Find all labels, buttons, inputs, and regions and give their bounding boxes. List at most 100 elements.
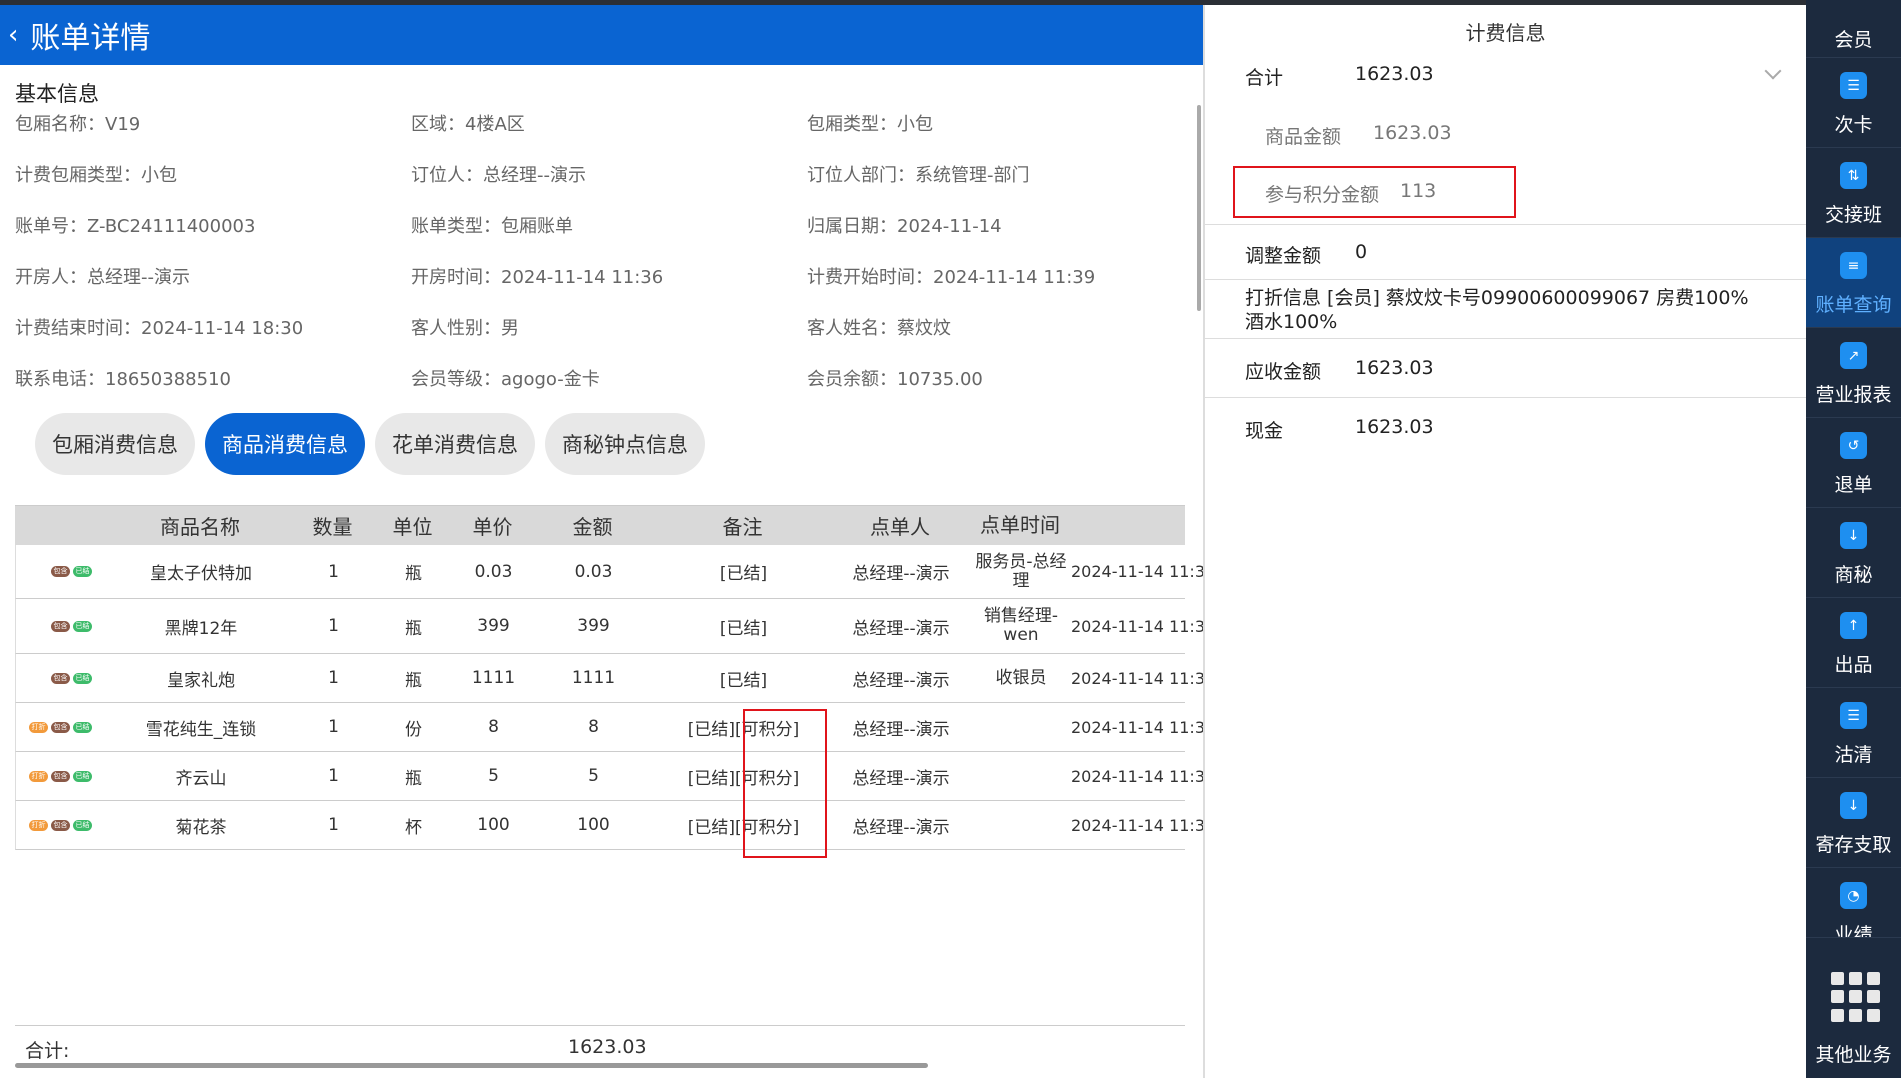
vertical-scrollbar[interactable]: [1197, 105, 1201, 311]
sidebar-item-secretary[interactable]: ↓ 商秘: [1806, 508, 1901, 598]
cell-amount: 100: [577, 815, 610, 835]
chevron-down-icon[interactable]: [1764, 62, 1782, 80]
cell-amount: 399: [577, 616, 610, 636]
horizontal-scrollbar[interactable]: [15, 1063, 928, 1068]
sidebar-item-output[interactable]: ↑ 出品: [1806, 598, 1901, 688]
cell-qty: 1: [328, 616, 339, 636]
total-value: 1623.03: [1355, 63, 1434, 85]
info-field: 客人性别：男: [411, 318, 519, 339]
info-field: 包厢类型：小包: [807, 114, 933, 135]
total-label: 合计: [1245, 67, 1284, 89]
sidebar-item-refund[interactable]: ↺ 退单: [1806, 418, 1901, 508]
cell-unit: 份: [405, 719, 422, 740]
adjust-amount-value: 0: [1355, 241, 1368, 263]
badge-included: 包含: [51, 566, 70, 577]
row-badges: 打折 包含 已结: [16, 721, 106, 733]
cell-qty: 1: [328, 561, 339, 582]
info-row: 计费包厢类型：小包 订位人：总经理--演示 订位人部门：系统管理-部门: [15, 161, 1195, 212]
header-qty: 数量: [312, 515, 353, 539]
goods-amount-label: 商品金额: [1265, 126, 1342, 148]
info-field: 联系电话：18650388510: [15, 369, 231, 390]
tab-room-consumption[interactable]: 包厢消费信息: [35, 413, 195, 475]
table-row[interactable]: 包含 已结 皇太子伏特加 1 瓶 0.03 0.03 [已结] 总经理--演示 …: [15, 545, 1215, 599]
list-icon: ☰: [1840, 702, 1867, 729]
goods-table: 商品名称 数量 单位 单价 金额 备注 点单人 点单时间 包含 已结 皇太子伏特…: [15, 505, 1216, 850]
cell-time: 2024-11-14 11:36: [1071, 717, 1216, 737]
table-row[interactable]: 包含 已结 黑牌12年 1 瓶 399 399 [已结] 总经理--演示 销售经…: [15, 599, 1216, 654]
cell-unit: 瓶: [405, 768, 422, 789]
cell-time: 2024-11-14 11:36: [1071, 616, 1216, 636]
cell-amount: 1111: [571, 668, 616, 688]
header-price: 单价: [472, 515, 513, 539]
sidebar-item-shift-handover[interactable]: ⇅ 交接班: [1806, 148, 1901, 238]
cell-qty: 1: [328, 815, 339, 835]
info-field: 订位人部门：系统管理-部门: [807, 165, 1030, 186]
sidebar-item-label: 账单查询: [1815, 294, 1892, 316]
header-amount: 金额: [572, 515, 613, 539]
info-field: 会员余额：10735.00: [807, 369, 983, 390]
table-row[interactable]: 打折 包含 已结 雪花纯生_连锁 1 份 8 8 [已结][可积分] 总经理--…: [15, 703, 1216, 752]
cell-price: 1111: [471, 668, 516, 688]
badge-included: 包含: [51, 672, 70, 684]
cell-name: 皇太子伏特加: [150, 564, 252, 584]
table-row[interactable]: 打折 包含 已结 菊花茶 1 杯 100 100 [已结][可积分] 总经理--…: [15, 801, 1215, 850]
report-chart-icon: ↗: [1840, 342, 1867, 369]
info-field: 计费包厢类型：小包: [15, 165, 177, 186]
header-taker: 点单人: [870, 515, 930, 539]
sidebar-item-label: 商秘: [1834, 564, 1873, 586]
cell-qty: 1: [328, 668, 339, 688]
sidebar-item-count-card[interactable]: ☰ 次卡: [1806, 58, 1901, 148]
cell-qty: 1: [328, 766, 339, 786]
grid-apps-icon[interactable]: [1831, 972, 1881, 1022]
divider: [1205, 338, 1806, 339]
cell-name: 齐云山: [175, 768, 227, 789]
highlight-box-points: [743, 709, 827, 858]
bill-icon: ≡: [1840, 252, 1867, 279]
cell-unit: 杯: [405, 817, 422, 838]
receivable-label: 应收金额: [1245, 361, 1322, 383]
cell-price: 5: [488, 766, 499, 786]
sidebar-item-business-report[interactable]: ↗ 营业报表: [1806, 328, 1901, 418]
cell-taker: 总经理--演示: [852, 768, 950, 789]
sidebar-item-member[interactable]: 会员: [1806, 0, 1901, 58]
tab-goods-consumption[interactable]: 商品消费信息: [205, 413, 365, 475]
back-chevron-icon[interactable]: ‹: [8, 22, 18, 48]
receivable-value: 1623.03: [1355, 357, 1434, 379]
sidebar-item-bill-query[interactable]: ≡ 账单查询: [1806, 238, 1901, 328]
cell-taker: 总经理--演示: [852, 670, 950, 691]
billing-title: 计费信息: [1465, 21, 1546, 45]
sidebar-item-sold-out[interactable]: ☰ 沽清: [1806, 688, 1901, 778]
row-badges: 打折 包含 已结: [16, 770, 106, 782]
info-row: 账单号：Z-BC24111400003 账单类型：包厢账单 归属日期：2024-…: [15, 212, 1195, 263]
badge-discount: 打折: [29, 819, 48, 831]
basic-info-grid: 包厢名称：V19 区域：4楼A区 包厢类型：小包 计费包厢类型：小包 订位人：总…: [15, 110, 1195, 416]
upload-icon: ↑: [1840, 612, 1867, 639]
badge-included: 包含: [51, 819, 70, 831]
badge-included: 包含: [51, 620, 70, 632]
tab-flower-consumption[interactable]: 花单消费信息: [375, 413, 535, 475]
highlight-box-points-amount: [1233, 166, 1516, 218]
badge-settled: 已结: [73, 672, 92, 684]
info-row: 计费结束时间：2024-11-14 18:30 客人性别：男 客人姓名：蔡炆炆: [15, 314, 1195, 365]
cell-amount: 0.03: [574, 561, 613, 582]
other-business-label[interactable]: 其他业务: [1806, 1040, 1901, 1067]
cell-price: 399: [477, 616, 510, 636]
cell-taker: 总经理--演示: [852, 618, 950, 639]
cell-unit: 瓶: [405, 670, 422, 691]
sidebar-item-label: 退单: [1834, 474, 1873, 496]
info-field: 归属日期：2024-11-14: [807, 216, 1002, 237]
cell-time: 2024-11-14 11:36: [1071, 668, 1216, 688]
sidebar-item-performance[interactable]: ◔ 业绩: [1806, 868, 1901, 938]
consumption-tabs: 包厢消费信息 商品消费信息 花单消费信息 商秘钟点信息: [35, 413, 705, 475]
tab-secretary-hours[interactable]: 商秘钟点信息: [545, 413, 705, 475]
table-header: 商品名称 数量 单位 单价 金额 备注 点单人 点单时间: [15, 505, 1185, 545]
header-note: 备注: [722, 515, 763, 539]
divider: [1205, 279, 1806, 280]
header-time: 点单时间: [980, 513, 1060, 537]
table-row[interactable]: 打折 包含 已结 齐云山 1 瓶 5 5 [已结][可积分] 总经理--演示 2…: [15, 752, 1215, 801]
sidebar-item-storage[interactable]: ↓ 寄存支取: [1806, 778, 1901, 868]
row-badges: 打折 包含 已结: [16, 819, 106, 831]
table-row[interactable]: 包含 已结 皇家礼炮 1 瓶 1111 1111 [已结] 总经理--演示 收银…: [15, 654, 1216, 703]
badge-discount: 打折: [29, 721, 48, 733]
card-icon: ☰: [1840, 72, 1867, 99]
